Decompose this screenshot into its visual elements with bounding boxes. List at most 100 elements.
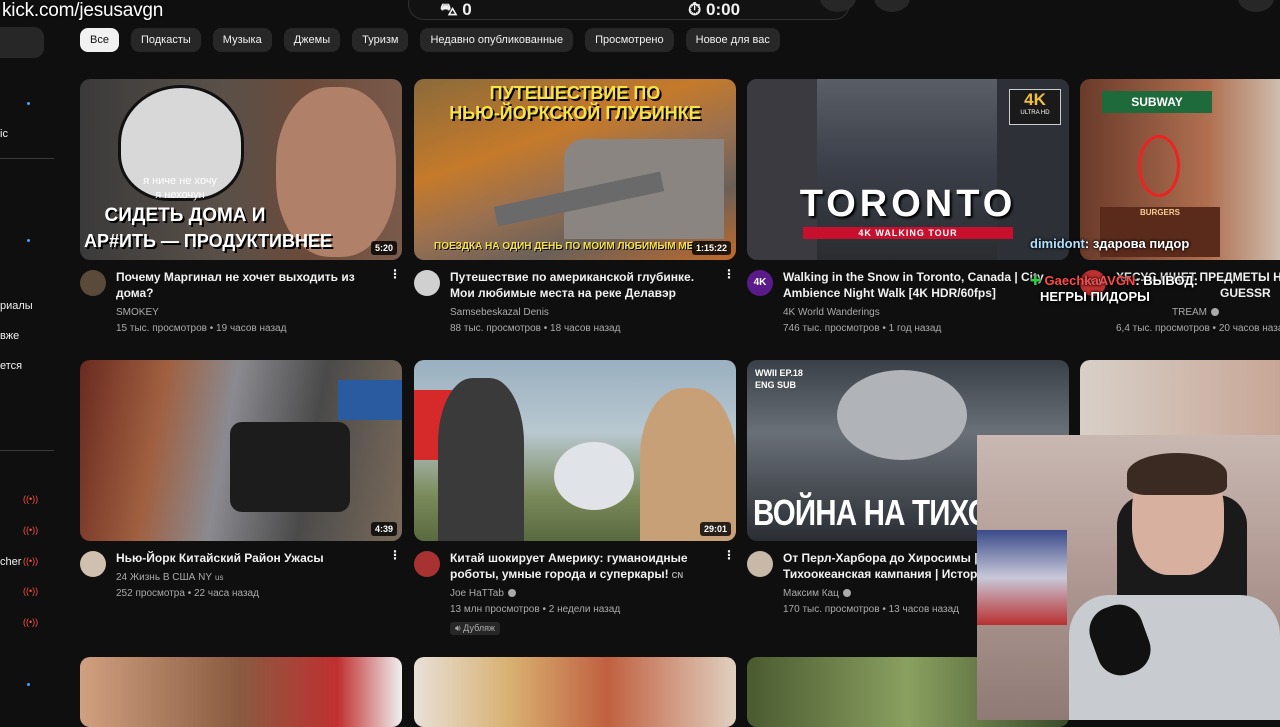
channel-name[interactable]: SMOKEY xyxy=(116,305,386,321)
sidebar-item-label[interactable]: ется xyxy=(0,360,22,372)
4k-badge-subtext: ULTRA HD xyxy=(1020,110,1050,116)
red-circle-highlight xyxy=(1138,135,1180,197)
video-title[interactable]: Китай шокирует Америку: гуманоидные робо… xyxy=(450,550,720,582)
chat-message: НЕГРЫ ПИДОРЫ xyxy=(1040,289,1280,304)
sidebar-item-label[interactable]: cher xyxy=(0,556,21,568)
video-duration: 5:20 xyxy=(370,241,397,255)
cart-counter: ⛍ 0 xyxy=(440,0,472,22)
more-options-icon[interactable]: ⋮ xyxy=(388,549,402,561)
video-stats: 13 млн просмотров • 2 недели назад xyxy=(450,604,621,615)
streamer-hair xyxy=(1127,453,1227,495)
video-thumbnail[interactable]: 4K ULTRA HD TORONTO 4K WALKING TOUR xyxy=(747,79,1069,260)
timer-value: 0:00 xyxy=(706,0,741,19)
video-thumbnail[interactable]: 4:39 xyxy=(80,360,402,541)
video-thumbnail[interactable] xyxy=(414,657,736,727)
chip-new-to-you[interactable]: Новое для вас xyxy=(685,28,780,52)
mushroom-cloud xyxy=(837,370,967,460)
video-thumbnail[interactable] xyxy=(80,657,402,727)
channel-name[interactable]: Joe HaTTab xyxy=(450,586,720,602)
search-bar[interactable] xyxy=(408,0,850,20)
sidebar: ic риалы вже ется ((•)) ((•)) cher ((•))… xyxy=(0,0,60,720)
more-options-icon[interactable]: ⋮ xyxy=(388,268,402,280)
video-stats: 6,4 тыс. просмотров • 20 часов назад xyxy=(1116,323,1280,334)
chip-tourism[interactable]: Туризм xyxy=(352,28,409,52)
4k-badge-text: 4K xyxy=(1024,90,1046,109)
channel-name[interactable]: Samsebeskazal Denis xyxy=(450,305,720,321)
more-options-icon[interactable]: ⋮ xyxy=(722,268,736,280)
channel-avatar[interactable] xyxy=(414,270,440,296)
video-card[interactable] xyxy=(414,657,736,727)
subtitle-banner: 4K WALKING TOUR xyxy=(803,227,1013,239)
timer-counter: ⏱ 0:00 xyxy=(688,0,740,20)
video-card[interactable]: 4K ULTRA HD TORONTO 4K WALKING TOUR 4K W… xyxy=(747,79,1069,337)
sidebar-divider xyxy=(0,450,54,451)
notification-dot xyxy=(27,239,30,242)
dubbed-badge: 🔊︎ Дубляж xyxy=(450,622,500,635)
channel-name[interactable]: 4K World Wanderings xyxy=(783,305,1053,321)
video-card[interactable] xyxy=(80,657,402,727)
thumbnail-headline: АР#ИТЬ — ПРОДУКТИВНЕЕ xyxy=(84,231,332,251)
dub-icon: 🔊︎ xyxy=(455,623,464,633)
live-icon: ((•)) xyxy=(23,586,39,596)
thumbnail-caption: я нехочун xyxy=(155,189,205,201)
chip-watched[interactable]: Просмотрено xyxy=(585,28,674,52)
video-card[interactable]: я ниче не хочу я нехочун СИДЕТЬ ДОМА И А… xyxy=(80,79,402,337)
chat-username: dimidont xyxy=(1030,236,1085,251)
channel-avatar[interactable] xyxy=(80,551,106,577)
cart-count: 0 xyxy=(462,0,472,19)
thumbnail-caption: я ниче не хочу xyxy=(143,175,217,187)
more-options-icon[interactable]: ⋮ xyxy=(722,549,736,561)
flag-badge: CN xyxy=(671,571,684,580)
notification-dot xyxy=(27,683,30,686)
sidebar-item-home[interactable] xyxy=(0,27,44,58)
video-card[interactable]: 4:39 Нью-Йорк Китайский Район Ужасы 24 Ж… xyxy=(80,360,402,602)
chip-jams[interactable]: Джемы xyxy=(283,28,341,52)
sidebar-item-label[interactable]: риалы xyxy=(0,300,33,312)
video-duration: 29:01 xyxy=(699,522,731,536)
notification-dot xyxy=(27,102,30,105)
verified-icon xyxy=(507,589,516,598)
channel-avatar[interactable]: 4K xyxy=(747,270,773,296)
video-thumbnail[interactable]: я ниче не хочу я нехочун СИДЕТЬ ДОМА И А… xyxy=(80,79,402,260)
video-title[interactable]: Путешествие по американской глубинке. Мо… xyxy=(450,269,720,301)
channel-name[interactable]: 24 Жизнь В США NY us xyxy=(116,570,386,586)
live-icon: ((•)) xyxy=(23,556,39,566)
account-button[interactable] xyxy=(1238,0,1274,12)
video-title[interactable]: Нью-Йорк Китайский Район Ужасы xyxy=(116,550,386,566)
sidebar-item-label[interactable]: ic xyxy=(0,128,8,140)
chip-music[interactable]: Музыка xyxy=(212,28,272,52)
video-thumbnail[interactable]: ПУТЕШЕСТВИЕ ПО НЬЮ-ЙОРКСКОЙ ГЛУБИНКЕ ПОЕ… xyxy=(414,79,736,260)
video-card[interactable]: 29:01 Китай шокирует Америку: гуманоидны… xyxy=(414,360,736,636)
filter-chips: Все Подкасты Музыка Джемы Туризм Недавно… xyxy=(80,28,780,52)
video-thumbnail[interactable]: SUBWAY BURGERS xyxy=(1080,79,1280,260)
chat-username: GaechkaAVGN xyxy=(1044,273,1136,288)
channel-avatar[interactable] xyxy=(80,270,106,296)
live-icon: ((•)) xyxy=(23,494,39,504)
thumbnail-caption: ПОЕЗДКА НА ОДИН ДЕНЬ ПО МОИМ ЛЮБИМЫМ МЕС xyxy=(434,241,701,252)
channel-name-text: Joe HaTTab xyxy=(450,588,504,599)
video-thumbnail[interactable]: 29:01 xyxy=(414,360,736,541)
thumbnail-sign: SUBWAY xyxy=(1102,91,1212,113)
voice-search-button[interactable] xyxy=(874,0,910,12)
chat-text: : здарова пидор xyxy=(1084,236,1190,251)
sidebar-divider xyxy=(0,158,54,159)
sidebar-item-label[interactable]: вже xyxy=(0,330,19,342)
channel-name[interactable]: TREAM xyxy=(1116,305,1280,321)
thumbnail-headline: СИДЕТЬ ДОМА И xyxy=(104,205,266,226)
cart-icon: ⛍ xyxy=(440,0,458,19)
thumbnail-headline: ПУТЕШЕСТВИЕ ПО xyxy=(489,83,661,103)
video-duration: 4:39 xyxy=(370,522,397,536)
chip-podcasts[interactable]: Подкасты xyxy=(130,28,201,52)
chip-recently-uploaded[interactable]: Недавно опубликованные xyxy=(420,28,574,52)
channel-avatar[interactable] xyxy=(747,551,773,577)
stream-url-overlay: kick.com/jesusavgn xyxy=(2,0,164,21)
channel-avatar[interactable] xyxy=(414,551,440,577)
channel-name-text: Максим Кац xyxy=(783,588,839,599)
video-title[interactable]: Почему Маргинал не хочет выходить из дом… xyxy=(116,269,386,301)
video-title[interactable]: Walking in the Snow in Toronto, Canada |… xyxy=(783,269,1053,301)
thumbnail-caption: 4K WALKING TOUR xyxy=(858,228,958,238)
stopwatch-icon: ⏱ xyxy=(688,0,702,19)
video-card[interactable]: ПУТЕШЕСТВИЕ ПО НЬЮ-ЙОРКСКОЙ ГЛУБИНКЕ ПОЕ… xyxy=(414,79,736,337)
chip-all[interactable]: Все xyxy=(80,28,119,52)
chat-message: dimidont: здарова пидор xyxy=(1030,236,1280,251)
